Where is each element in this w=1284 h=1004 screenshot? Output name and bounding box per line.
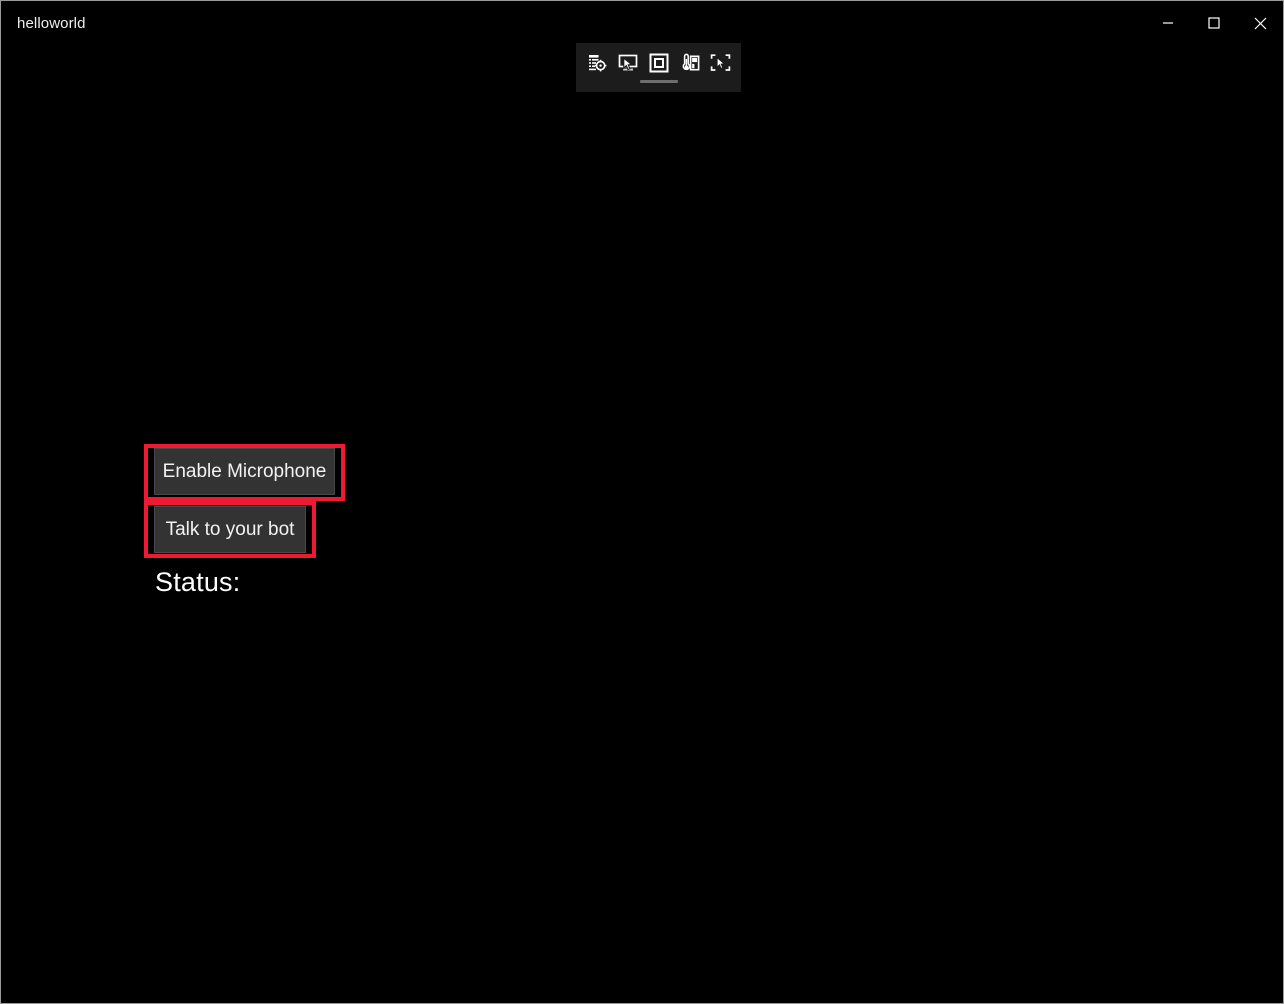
layout-adorners-icon: [649, 53, 669, 73]
close-icon: [1254, 17, 1267, 30]
close-button[interactable]: [1237, 1, 1283, 45]
app-window: helloworld Enable Microphone Talk to you…: [0, 0, 1284, 1004]
minimize-icon: [1162, 17, 1174, 29]
window-title: helloworld: [17, 14, 86, 32]
enable-selection-button[interactable]: [612, 48, 643, 79]
maximize-button[interactable]: [1191, 1, 1237, 45]
window-controls: [1145, 1, 1283, 45]
toolbar-button-row: [576, 43, 741, 83]
live-visual-tree-icon: [587, 53, 607, 73]
title-bar[interactable]: helloworld: [1, 1, 1283, 45]
track-focused-element-button[interactable]: [674, 48, 705, 79]
select-element-icon: [710, 53, 731, 73]
minimize-button[interactable]: [1145, 1, 1191, 45]
hot-reload-thermometer-icon: [680, 53, 700, 73]
xaml-in-app-toolbar[interactable]: [576, 43, 741, 92]
toolbar-drag-handle[interactable]: [639, 80, 678, 83]
select-element-in-running-application-button[interactable]: [705, 48, 736, 79]
maximize-icon: [1208, 17, 1220, 29]
enable-microphone-button[interactable]: Enable Microphone: [154, 448, 335, 495]
display-layout-adorners-button[interactable]: [643, 48, 674, 79]
go-to-live-visual-tree-button[interactable]: [581, 48, 612, 79]
talk-to-your-bot-button[interactable]: Talk to your bot: [154, 506, 306, 553]
status-label: Status:: [155, 567, 241, 597]
selection-cursor-icon: [618, 53, 638, 73]
